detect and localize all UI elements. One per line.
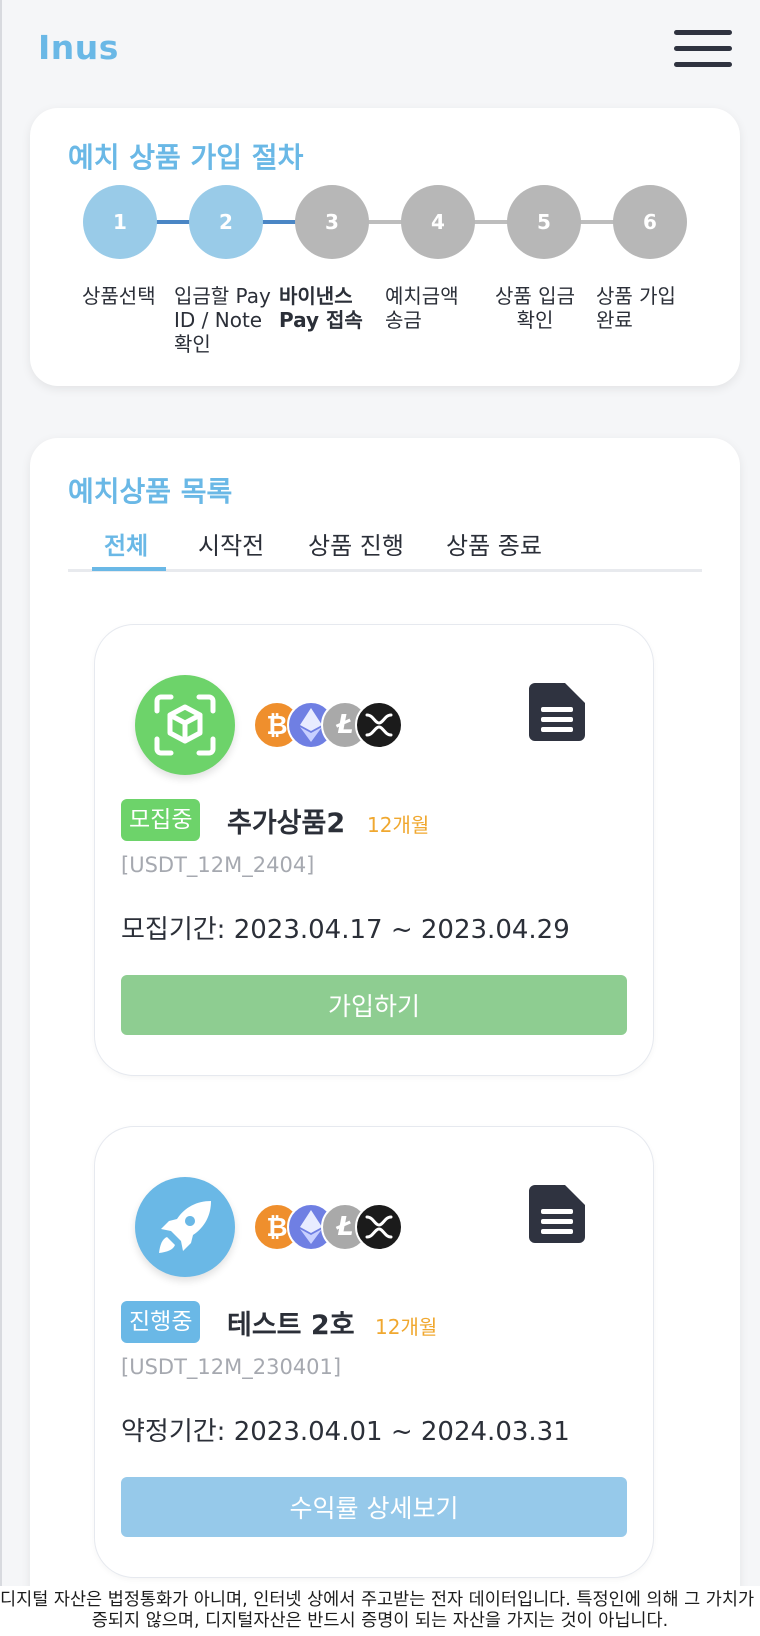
- step-label-3: 바이낸스 Pay 접속: [279, 284, 363, 332]
- product-code: [USDT_12M_230401]: [121, 1355, 342, 1379]
- step-label-5: 상품 입금 확인: [495, 284, 575, 332]
- step-circle-2: 2: [189, 185, 263, 259]
- step-circle-3: 3: [295, 185, 369, 259]
- disclaimer-footer: 디지털 자산은 법정통화가 아니며, 인터넷 상에서 주고받는 전자 데이터입니…: [0, 1586, 760, 1636]
- tab-in-progress[interactable]: 상품 진행: [308, 526, 404, 561]
- product-code: [USDT_12M_2404]: [121, 853, 315, 877]
- app-header: Inus: [0, 0, 760, 100]
- menu-bar: [674, 30, 732, 35]
- active-tab-indicator: [92, 567, 166, 571]
- product-list-title: 예치상품 목록: [68, 475, 233, 508]
- product-list-card: 예치상품 목록 전체 시작전 상품 진행 상품 종료 ₿ Ł 모집중 추가상품2…: [30, 438, 740, 1636]
- step-label-2: 입금할 Pay ID / Note 확인: [174, 284, 271, 356]
- yield-detail-button[interactable]: 수익률 상세보기: [121, 1477, 627, 1537]
- coin-icon-group: ₿ Ł: [253, 701, 413, 751]
- step-label-4: 예치금액 송금: [385, 284, 459, 332]
- contract-period: 약정기간: 2023.04.01 ~ 2024.03.31: [121, 1417, 570, 1447]
- hamburger-menu-icon[interactable]: [674, 30, 732, 70]
- product-name: 추가상품2: [227, 808, 346, 839]
- coin-icon-group: ₿ Ł: [253, 1203, 413, 1253]
- product-name: 테스트 2호: [227, 1310, 355, 1341]
- document-icon[interactable]: [529, 683, 585, 741]
- menu-bar: [674, 46, 732, 51]
- steps-title: 예치 상품 가입 절차: [68, 141, 304, 174]
- cube-scan-icon: [135, 675, 235, 775]
- product-tabs: 전체 시작전 상품 진행 상품 종료: [68, 526, 702, 572]
- app-logo[interactable]: Inus: [38, 28, 119, 67]
- recruit-period: 모집기간: 2023.04.17 ~ 2023.04.29: [121, 915, 570, 945]
- step-circle-1: 1: [83, 185, 157, 259]
- xrp-icon: [355, 701, 403, 749]
- xrp-icon: [355, 1203, 403, 1251]
- step-circle-6: 6: [613, 185, 687, 259]
- tab-not-started[interactable]: 시작전: [198, 526, 264, 561]
- join-button[interactable]: 가입하기: [121, 975, 627, 1035]
- signup-steps-card: 예치 상품 가입 절차 1 2 3 4 5 6 상품선택 입금할 Pay ID …: [30, 108, 740, 386]
- product-card: ₿ Ł 모집중 추가상품2 12개월 [USDT_12M_2404] 모집기간:…: [94, 624, 654, 1076]
- step-label-1: 상품선택: [82, 284, 156, 308]
- step-label-6: 상품 가입 완료: [596, 284, 676, 332]
- status-badge: 모집중: [121, 799, 201, 841]
- step-circle-4: 4: [401, 185, 475, 259]
- document-icon[interactable]: [529, 1185, 585, 1243]
- menu-bar: [674, 62, 732, 67]
- term-label: 12개월: [367, 813, 430, 837]
- product-card: ₿ Ł 진행중 테스트 2호 12개월 [USDT_12M_230401] 약정…: [94, 1126, 654, 1578]
- disclaimer-line-2: 증되지 않으며, 디지털자산은 반드시 증명이 되는 자산을 가지는 것이 아닙…: [91, 1611, 669, 1631]
- page-left-border: [0, 0, 2, 1636]
- tab-all[interactable]: 전체: [104, 526, 148, 561]
- term-label: 12개월: [375, 1315, 438, 1339]
- rocket-icon: [135, 1177, 235, 1277]
- status-badge: 진행중: [121, 1301, 201, 1343]
- tab-ended[interactable]: 상품 종료: [446, 526, 542, 561]
- step-circle-5: 5: [507, 185, 581, 259]
- disclaimer-line-1: 디지털 자산은 법정통화가 아니며, 인터넷 상에서 주고받는 전자 데이터입니…: [0, 1590, 760, 1610]
